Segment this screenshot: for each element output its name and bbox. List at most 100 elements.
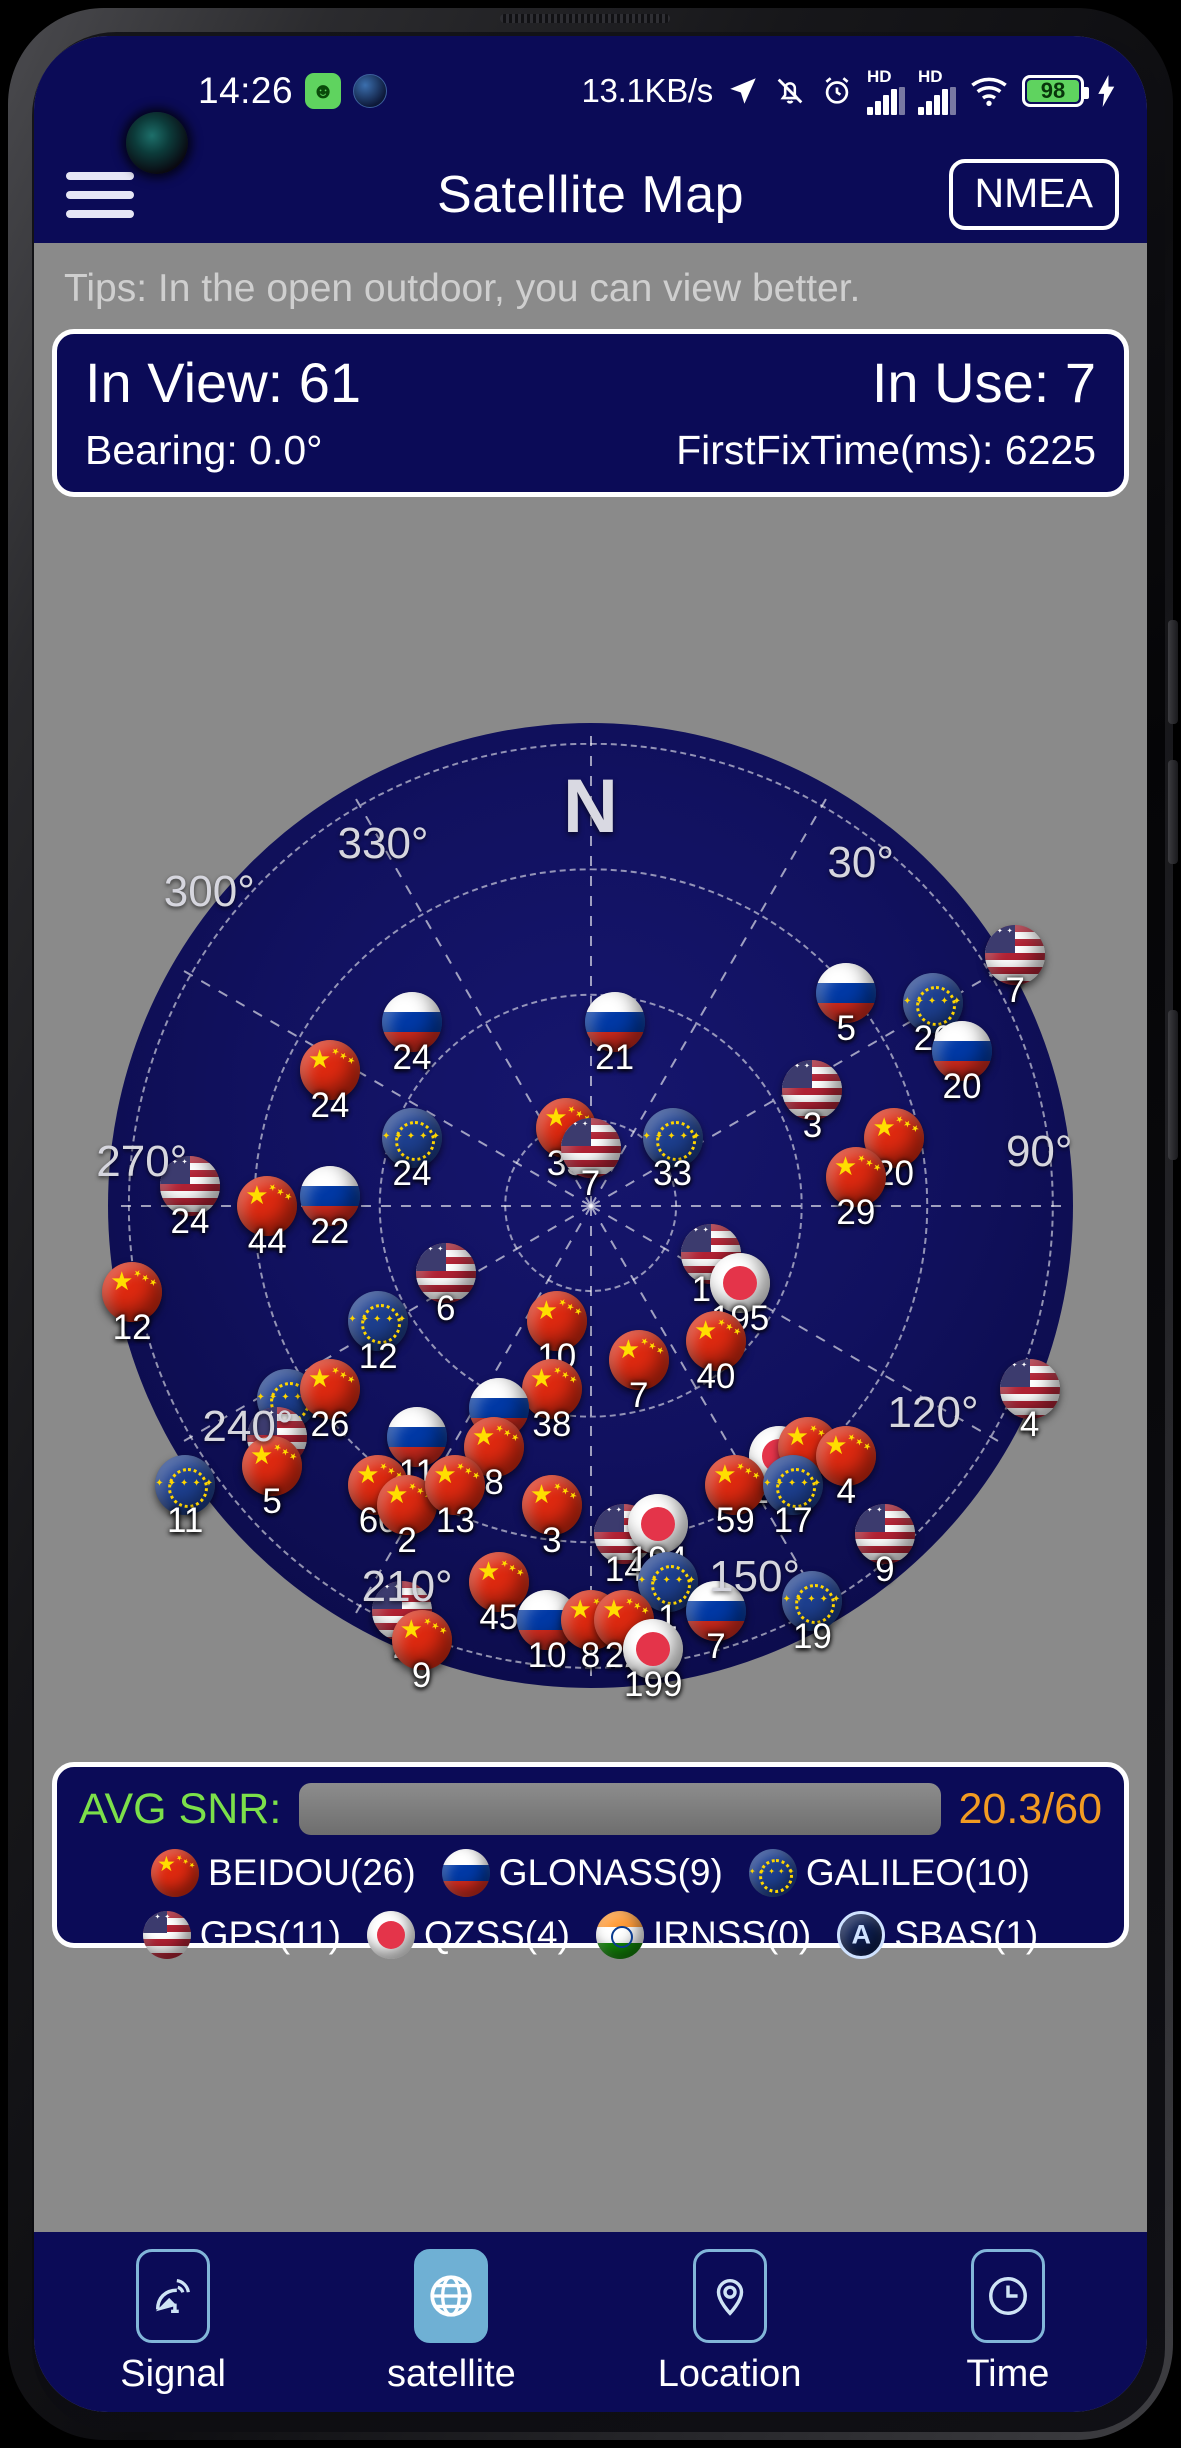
satellite-marker[interactable]: 13	[425, 1455, 486, 1540]
satellite-id-label: 5	[262, 1482, 282, 1522]
legend-item-label: SBAS(1)	[894, 1914, 1039, 1955]
app-bar: Satellite Map NMEA	[34, 146, 1147, 243]
irnss-flag-icon	[595, 1911, 644, 1959]
signal-bars-2	[918, 86, 956, 115]
satellite-id-label: 7	[706, 1626, 726, 1666]
satellite-id-label: 8	[580, 1636, 601, 1676]
satellite-id-label: 7	[629, 1375, 649, 1415]
satellite-marker[interactable]: 45	[468, 1551, 529, 1637]
nav-item-location[interactable]: Location	[591, 2232, 869, 2412]
satellite-marker[interactable]: 12	[348, 1291, 409, 1376]
satellite-marker[interactable]: 7	[985, 924, 1046, 1010]
network-speed-text: 13.1KB/s	[581, 72, 713, 109]
satellite-marker[interactable]: 11	[155, 1455, 216, 1540]
azimuth-spoke-270	[590, 1204, 1061, 1207]
hd-label-2: HD	[918, 66, 943, 86]
satellite-marker[interactable]: 4	[999, 1358, 1060, 1444]
battery-icon: 98	[1022, 75, 1089, 107]
volume-down-button[interactable]	[1168, 760, 1178, 864]
satellite-marker[interactable]: 44	[237, 1175, 298, 1261]
satellite-id-label: 33	[653, 1153, 692, 1193]
satellite-marker[interactable]: 199	[623, 1619, 684, 1704]
satellite-marker[interactable]: 59	[705, 1455, 766, 1540]
gps-flag-icon	[142, 1911, 191, 1959]
satellite-marker[interactable]: 194	[628, 1493, 689, 1579]
satellite-marker[interactable]: 24	[299, 1040, 360, 1125]
legend-item-eu: GALILEO(10)	[748, 1849, 1030, 1897]
satellite-id-label: 7	[1005, 970, 1025, 1010]
in-use-text: In Use:	[871, 351, 1050, 414]
snr-row: AVG SNR: 20.3/60	[79, 1783, 1102, 1835]
nav-item-time[interactable]: Time	[869, 2232, 1147, 2412]
bearing-value: 0.0°	[249, 427, 323, 473]
satellite-marker[interactable]: 20	[932, 1021, 993, 1106]
satellite-id-label: 29	[836, 1192, 876, 1232]
sky-plot-container[interactable]: N 24242421572620335733202944222412171956…	[34, 693, 1147, 1704]
satellite-id-label: 199	[624, 1665, 683, 1705]
power-button[interactable]	[1168, 1010, 1178, 1160]
satellite-marker[interactable]: 4	[816, 1426, 877, 1511]
compass-label-120: 120°	[887, 1387, 979, 1437]
hd-signal-icon-1: HD	[867, 68, 905, 115]
satellite-id-label: 6	[436, 1289, 456, 1329]
satellite-marker[interactable]: 26	[299, 1358, 360, 1444]
satellite-id-label: 19	[792, 1617, 832, 1657]
satellite-marker[interactable]: 17	[763, 1455, 824, 1540]
compass-label-300: 300°	[163, 866, 255, 916]
satellite-marker[interactable]: 24	[381, 992, 442, 1077]
satellite-marker[interactable]: 38	[521, 1358, 582, 1444]
satellite-marker[interactable]: 6	[415, 1243, 476, 1328]
globe-grid-icon[interactable]	[414, 2248, 489, 2343]
satellite-marker[interactable]: 24	[381, 1107, 442, 1193]
bearing-text: Bearing:	[85, 427, 238, 473]
sbas-icon	[837, 1911, 886, 1959]
beidou-flag-icon	[151, 1849, 200, 1897]
satellite-marker[interactable]: 3	[521, 1474, 582, 1560]
nmea-button[interactable]: NMEA	[948, 159, 1119, 230]
satellite-id-label: 12	[358, 1337, 398, 1377]
satellite-id-label: 10	[527, 1636, 567, 1676]
satellite-marker[interactable]: 33	[642, 1107, 703, 1193]
satellite-id-label: 17	[773, 1501, 813, 1541]
satellite-marker[interactable]: 10	[526, 1291, 587, 1376]
satellite-dish-icon[interactable]	[136, 2248, 211, 2343]
bearing-label: Bearing: 0.0°	[85, 415, 323, 474]
hamburger-menu-icon[interactable]	[62, 166, 138, 224]
nav-item-satellite[interactable]: satellite	[312, 2232, 590, 2412]
glonass-flag-icon	[441, 1849, 490, 1897]
satellite-marker[interactable]: 7	[560, 1117, 621, 1203]
satellite-marker[interactable]: 9	[391, 1609, 452, 1695]
bottom-navigation[interactable]: Signal satellite Location Time	[34, 2232, 1147, 2412]
satellite-marker[interactable]: 5	[816, 963, 877, 1048]
nav-item-signal[interactable]: Signal	[34, 2232, 312, 2412]
firstfix-label: FirstFixTime(ms): 6225	[676, 415, 1096, 474]
satellite-id-label: 24	[392, 1038, 432, 1078]
satellite-marker[interactable]: 12	[102, 1262, 163, 1347]
compass-label-90: 90°	[1005, 1127, 1073, 1177]
satellite-marker[interactable]: 7	[608, 1329, 669, 1415]
clock-icon[interactable]	[970, 2248, 1045, 2343]
in-view-label: In View: 61	[85, 350, 361, 415]
satellite-marker[interactable]: 11	[386, 1407, 447, 1492]
satellite-marker[interactable]: 29	[825, 1146, 886, 1232]
volume-up-button[interactable]	[1168, 620, 1178, 724]
satellite-marker[interactable]: 22	[299, 1165, 360, 1251]
legend-item-cn: BEIDOU(26)	[151, 1849, 416, 1897]
legend-item-ru: GLONASS(9)	[441, 1849, 723, 1897]
satellite-marker[interactable]: 3	[782, 1059, 843, 1145]
satellite-marker[interactable]: 9	[854, 1503, 915, 1589]
info-row-counts: In View: 61 In Use: 7	[85, 350, 1096, 415]
nav-item-label: Signal	[120, 2352, 226, 2395]
satellite-marker[interactable]: 195	[710, 1252, 771, 1338]
satellite-id-label: 4	[1019, 1404, 1040, 1444]
galileo-flag-icon	[748, 1849, 797, 1897]
earpiece-speaker	[500, 14, 670, 23]
satellite-marker[interactable]: 21	[584, 992, 645, 1077]
satellite-id-label: 3	[542, 1520, 562, 1560]
map-pin-icon[interactable]	[692, 2248, 767, 2343]
nav-item-label: Time	[966, 2352, 1050, 2395]
satellite-marker[interactable]: 40	[685, 1310, 746, 1396]
tips-text: Tips: In the open outdoor, you can view …	[64, 267, 861, 310]
satellite-id-label: 44	[247, 1221, 287, 1261]
satellite-id-label: 59	[715, 1501, 755, 1541]
